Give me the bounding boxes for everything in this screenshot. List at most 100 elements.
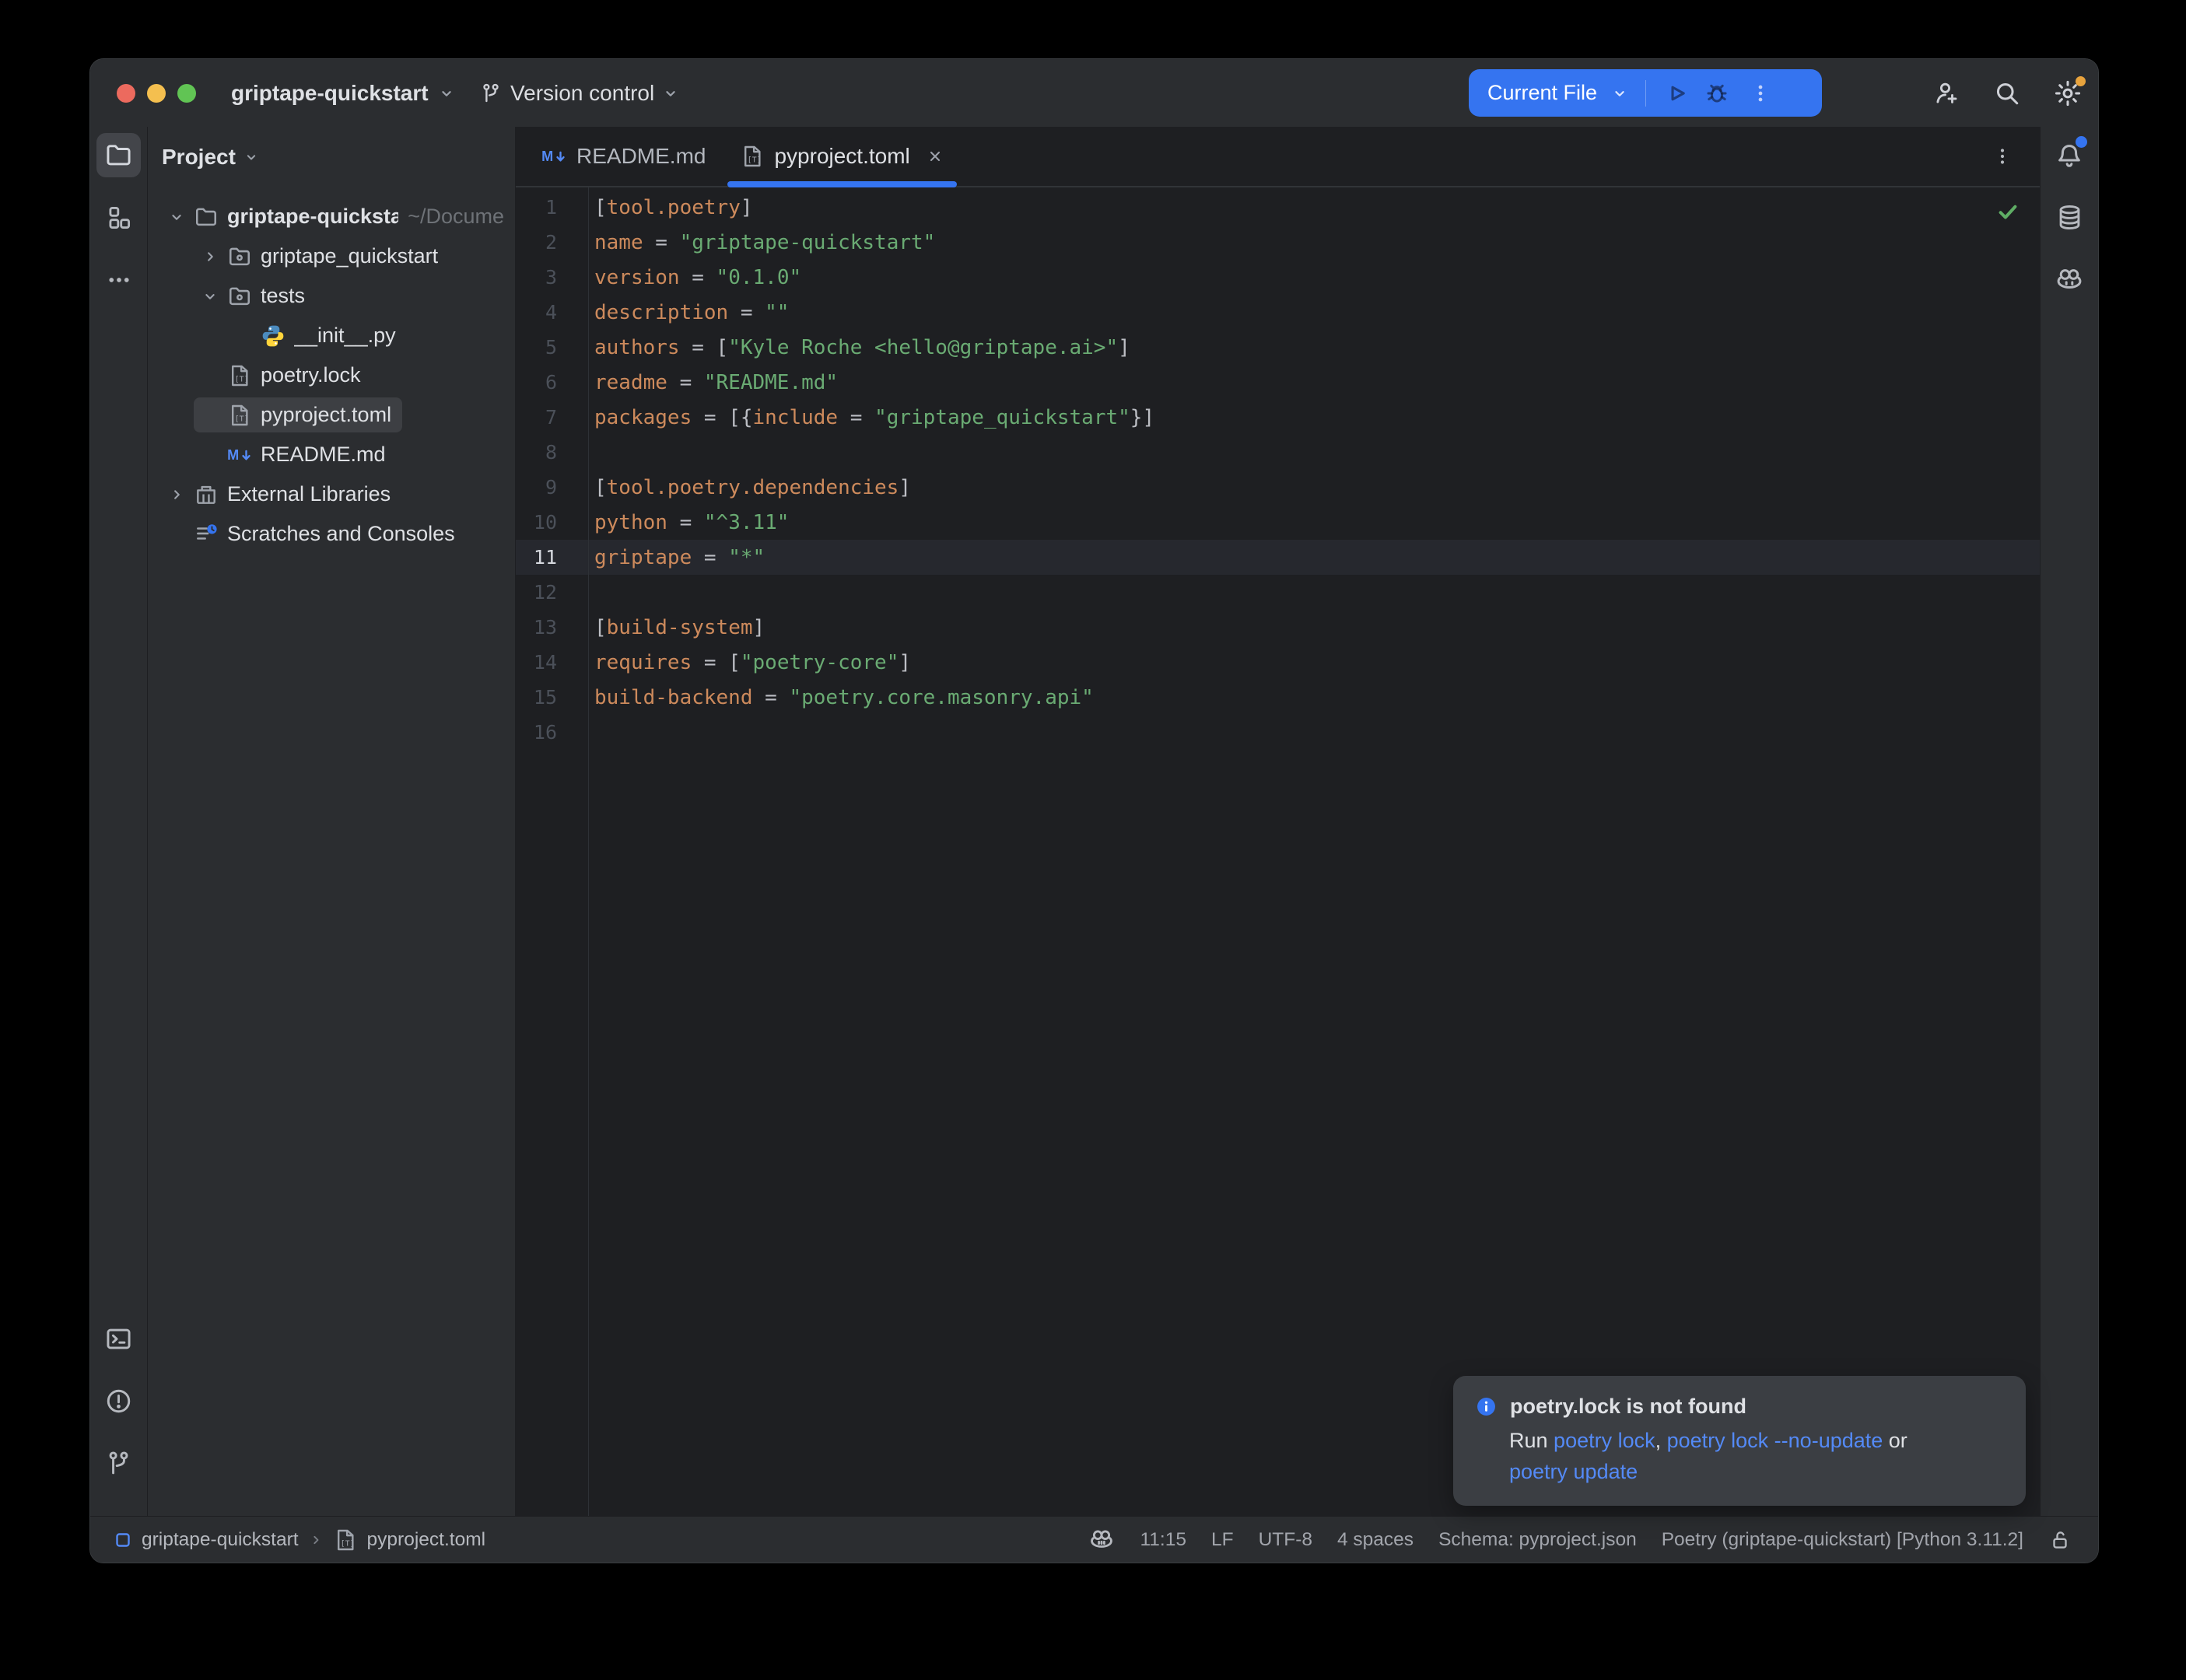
code-text: griptape = "*" xyxy=(588,546,765,569)
code-token: = xyxy=(643,231,680,254)
code-line-11[interactable]: 11griptape = "*" xyxy=(516,540,2040,575)
code-line-10[interactable]: 10python = "^3.11" xyxy=(516,505,2040,540)
code-line-6[interactable]: 6readme = "README.md" xyxy=(516,365,2040,400)
code-line-4[interactable]: 4description = "" xyxy=(516,295,2040,330)
chevron-right-icon[interactable] xyxy=(160,486,193,503)
code-line-1[interactable]: 1[tool.poetry] xyxy=(516,190,2040,225)
code-content[interactable]: 1[tool.poetry]2name = "griptape-quicksta… xyxy=(516,187,2040,750)
editor-area[interactable]: 1[tool.poetry]2name = "griptape-quicksta… xyxy=(516,187,2040,1516)
chevron-down-icon[interactable] xyxy=(1611,85,1628,102)
code-token: tool.poetry xyxy=(607,196,741,219)
status-widget[interactable]: 4 spaces xyxy=(1325,1529,1426,1551)
close-window-button[interactable] xyxy=(117,84,135,103)
code-token: ] xyxy=(753,616,765,639)
chevron-down-icon[interactable] xyxy=(194,288,226,305)
tree-item--init-py[interactable]: __init__.py xyxy=(148,316,515,355)
code-line-8[interactable]: 8 xyxy=(516,435,2040,470)
minimize-window-button[interactable] xyxy=(147,84,166,103)
problems-tool-button[interactable] xyxy=(96,1379,141,1423)
code-token: = xyxy=(667,511,704,534)
toml-icon: [T] xyxy=(333,1528,358,1552)
code-line-13[interactable]: 13[build-system] xyxy=(516,610,2040,645)
tree-item-label: External Libraries xyxy=(227,482,391,506)
debug-button-icon[interactable] xyxy=(1704,80,1730,107)
ai-assistant-icon xyxy=(1076,1527,1127,1553)
structure-tool-button[interactable] xyxy=(96,195,141,240)
tree-item-pyproject-toml[interactable]: [T]pyproject.toml xyxy=(148,395,515,435)
notification-title: poetry.lock is not found xyxy=(1510,1395,1746,1419)
divider xyxy=(1645,80,1646,107)
ai-assistant-icon xyxy=(2055,265,2084,295)
breadcrumb-item[interactable]: griptape-quickstart xyxy=(142,1529,299,1551)
tab-pyproject-toml[interactable]: [T]pyproject.toml xyxy=(723,127,961,186)
code-line-2[interactable]: 2name = "griptape-quickstart" xyxy=(516,225,2040,260)
terminal-tool-button[interactable] xyxy=(96,1317,141,1361)
project-icon xyxy=(114,1531,132,1549)
status-widget[interactable]: LF xyxy=(1199,1529,1246,1551)
inspections-ok-check-icon[interactable] xyxy=(1996,200,2020,223)
project-panel-header[interactable]: Project xyxy=(148,127,515,187)
code-line-5[interactable]: 5authors = ["Kyle Roche <hello@griptape.… xyxy=(516,330,2040,365)
lock-open-icon[interactable] xyxy=(2036,1528,2084,1552)
tree-item-label: griptape-quickstart xyxy=(227,205,398,229)
ai-assistant-tool-button[interactable] xyxy=(2048,257,2092,302)
more-tools-button[interactable] xyxy=(96,257,141,302)
zoom-window-button[interactable] xyxy=(177,84,196,103)
tab-options-icon[interactable] xyxy=(1992,145,2013,167)
code-line-12[interactable]: 12 xyxy=(516,575,2040,610)
code-token: ] xyxy=(741,196,753,219)
tree-item-tests[interactable]: tests xyxy=(148,276,515,316)
tree-item-path: ~/Docume xyxy=(408,205,504,229)
notifications-tool-button[interactable] xyxy=(2048,133,2092,177)
tree-item-label: griptape_quickstart xyxy=(261,244,438,268)
chevron-right-icon[interactable] xyxy=(194,248,226,265)
code-line-15[interactable]: 15build-backend = "poetry.core.masonry.a… xyxy=(516,680,2040,715)
chevron-down-icon[interactable] xyxy=(160,208,193,226)
project-tree: griptape-quickstart ~/Docume griptape_quic… xyxy=(148,187,515,554)
line-number: 11 xyxy=(516,546,588,569)
breadcrumb-item[interactable]: pyproject.toml xyxy=(367,1529,486,1551)
run-button-icon[interactable] xyxy=(1663,80,1690,107)
version-control-tool-button[interactable] xyxy=(96,1441,141,1486)
status-widget[interactable]: 11:15 xyxy=(1127,1529,1199,1551)
status-widget[interactable]: Poetry (griptape-quickstart) [Python 3.1… xyxy=(1649,1529,2036,1551)
code-line-7[interactable]: 7packages = [{include = "griptape_quicks… xyxy=(516,400,2040,435)
add-user-button[interactable] xyxy=(1916,59,1977,127)
search-everywhere-button[interactable] xyxy=(1977,59,2037,127)
settings-button[interactable] xyxy=(2037,59,2098,127)
code-line-16[interactable]: 16 xyxy=(516,715,2040,750)
code-text: name = "griptape-quickstart" xyxy=(588,231,935,254)
status-bar-widgets: 11:15LFUTF-84 spacesSchema: pyproject.js… xyxy=(1076,1527,2084,1553)
vcs-widget[interactable]: Version control xyxy=(479,59,679,127)
tree-item-readme-md[interactable]: MREADME.md xyxy=(148,435,515,474)
code-token: [ xyxy=(594,476,607,499)
run-config-selector[interactable]: Current File xyxy=(1487,81,1597,105)
more-actions-icon[interactable] xyxy=(1749,82,1772,105)
status-widget[interactable]: Schema: pyproject.json xyxy=(1426,1529,1649,1551)
notification-link[interactable]: poetry lock xyxy=(1554,1429,1655,1452)
database-tool-button[interactable] xyxy=(2048,195,2092,240)
tree-item-griptape-quickstart[interactable]: griptape-quickstart ~/Docume xyxy=(148,197,515,236)
code-token: "" xyxy=(765,301,789,324)
project-tool-button[interactable] xyxy=(96,133,141,177)
code-text: [build-system] xyxy=(588,616,765,639)
more-icon xyxy=(105,266,133,294)
close-tab-icon[interactable] xyxy=(926,147,944,166)
notification-link[interactable]: poetry update xyxy=(1509,1460,1638,1483)
tab-readme-md[interactable]: MREADME.md xyxy=(524,127,723,186)
tree-item-scratches-and-consoles[interactable]: Scratches and Consoles xyxy=(148,514,515,554)
tree-item-external-libraries[interactable]: External Libraries xyxy=(148,474,515,514)
code-line-14[interactable]: 14requires = ["poetry-core"] xyxy=(516,645,2040,680)
project-panel: Project griptape-quickstart~/Documegript… xyxy=(148,127,516,1516)
notification-link[interactable]: poetry lock --no-update xyxy=(1667,1429,1883,1452)
code-line-9[interactable]: 9[tool.poetry.dependencies] xyxy=(516,470,2040,505)
folder-icon xyxy=(104,141,133,170)
code-token: [ xyxy=(594,616,607,639)
project-panel-title: Project xyxy=(162,145,236,170)
tree-item-poetry-lock[interactable]: [T]poetry.lock xyxy=(148,355,515,395)
code-token: "0.1.0" xyxy=(716,266,802,289)
project-switcher[interactable]: griptape-quickstart xyxy=(231,59,455,127)
code-line-3[interactable]: 3version = "0.1.0" xyxy=(516,260,2040,295)
status-widget[interactable]: UTF-8 xyxy=(1246,1529,1325,1551)
tree-item-griptape-quickstart[interactable]: griptape_quickstart xyxy=(148,236,515,276)
